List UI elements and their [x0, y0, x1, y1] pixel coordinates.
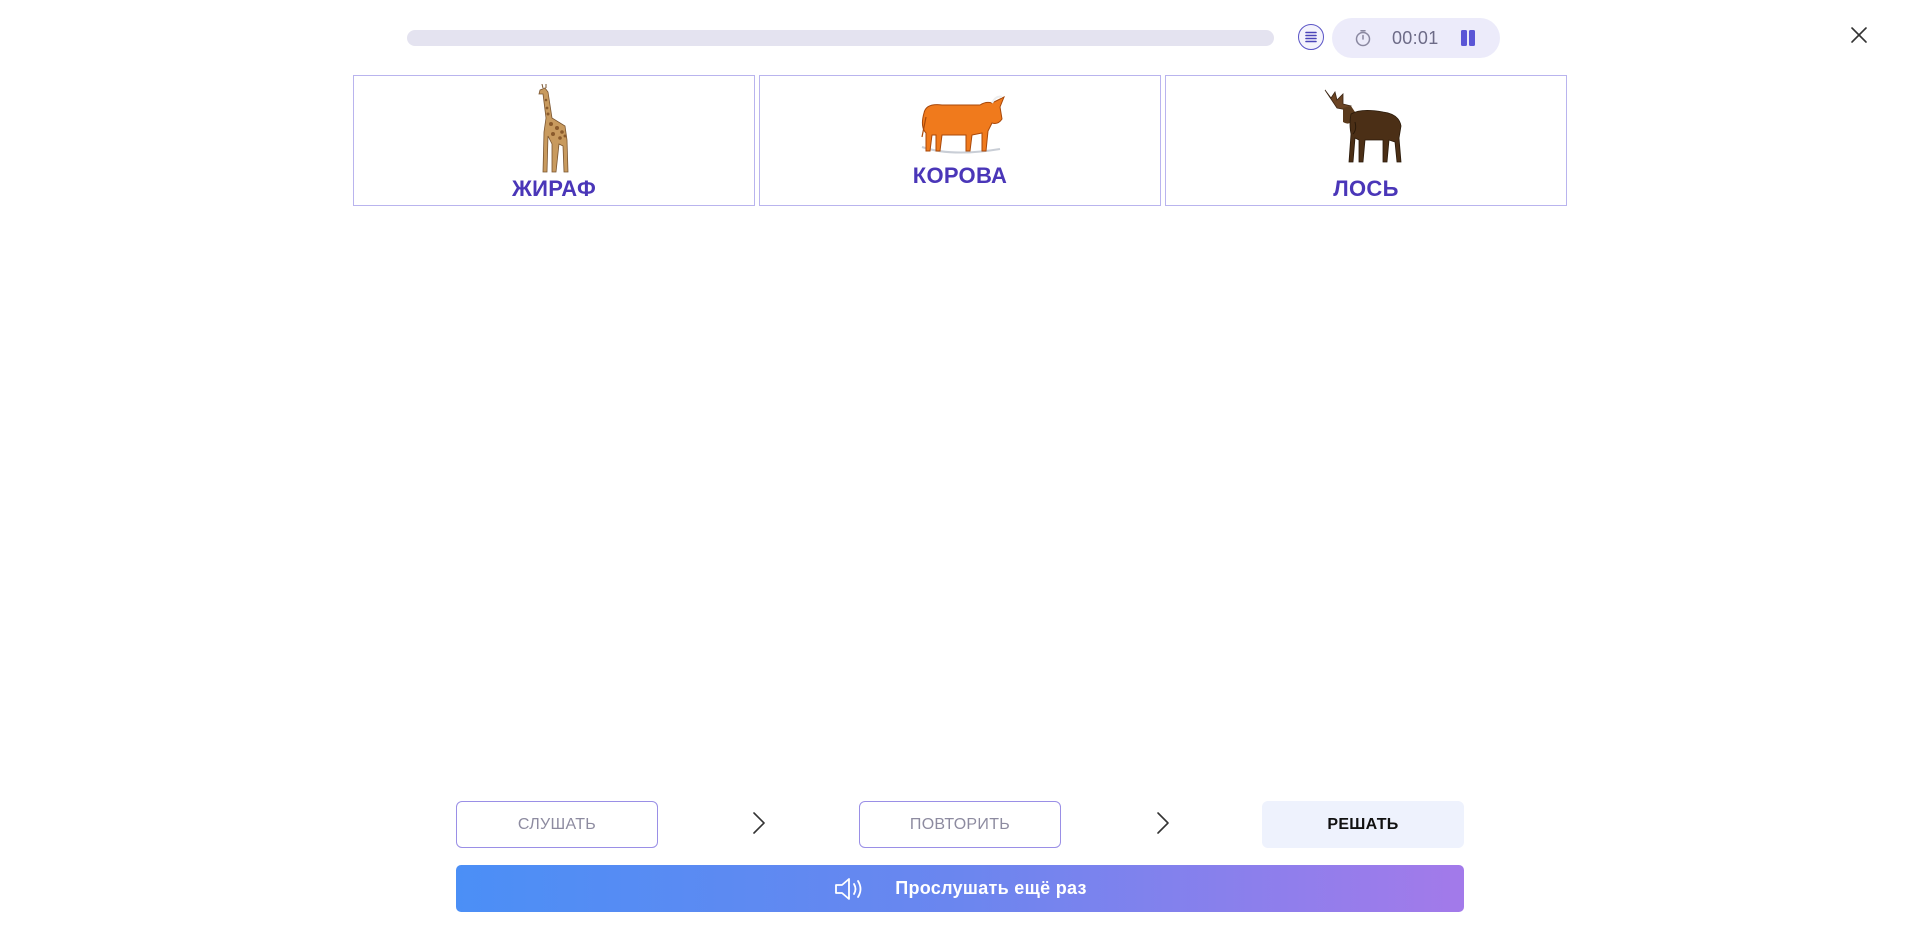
- stopwatch-icon: [1355, 30, 1371, 47]
- cow-image: [921, 95, 1005, 154]
- moose-image: [1324, 89, 1402, 163]
- card-moose[interactable]: ЛОСЬ: [1165, 75, 1567, 206]
- chevron-right-icon: [753, 812, 765, 834]
- card-giraffe[interactable]: ЖИРАФ: [353, 75, 755, 206]
- listen-again-button[interactable]: Прослушать ещё раз: [456, 865, 1464, 912]
- timer: 00:01: [1332, 18, 1500, 58]
- pause-button[interactable]: [1458, 28, 1478, 48]
- card-cow[interactable]: КОРОВА: [759, 75, 1161, 206]
- listen-again-label: Прослушать ещё раз: [895, 878, 1087, 898]
- close-icon[interactable]: [1848, 24, 1870, 46]
- listen-step-button[interactable]: СЛУШАТЬ: [456, 801, 658, 848]
- chevron-right-icon: [1157, 812, 1169, 834]
- exercise-screen: 00:01 ЖИРАФ КОРОВА ЛОСЬ СЛУШАТЬ ПОВТОРИТ…: [0, 0, 1920, 941]
- answer-cards: ЖИРАФ КОРОВА ЛОСЬ: [353, 75, 1567, 208]
- giraffe-image: [538, 84, 569, 173]
- menu-button[interactable]: [1298, 24, 1324, 50]
- timer-value: 00:01: [1392, 28, 1439, 48]
- pause-icon: [1461, 30, 1467, 46]
- card-label: ЛОСЬ: [1333, 176, 1399, 201]
- speaker-icon: [833, 877, 865, 901]
- solve-step-button[interactable]: РЕШАТЬ: [1262, 801, 1464, 848]
- list-icon: [1305, 31, 1317, 43]
- progress-bar: [407, 30, 1274, 46]
- repeat-step-button[interactable]: ПОВТОРИТЬ: [859, 801, 1061, 848]
- card-label: КОРОВА: [912, 163, 1008, 188]
- card-label: ЖИРАФ: [511, 176, 597, 201]
